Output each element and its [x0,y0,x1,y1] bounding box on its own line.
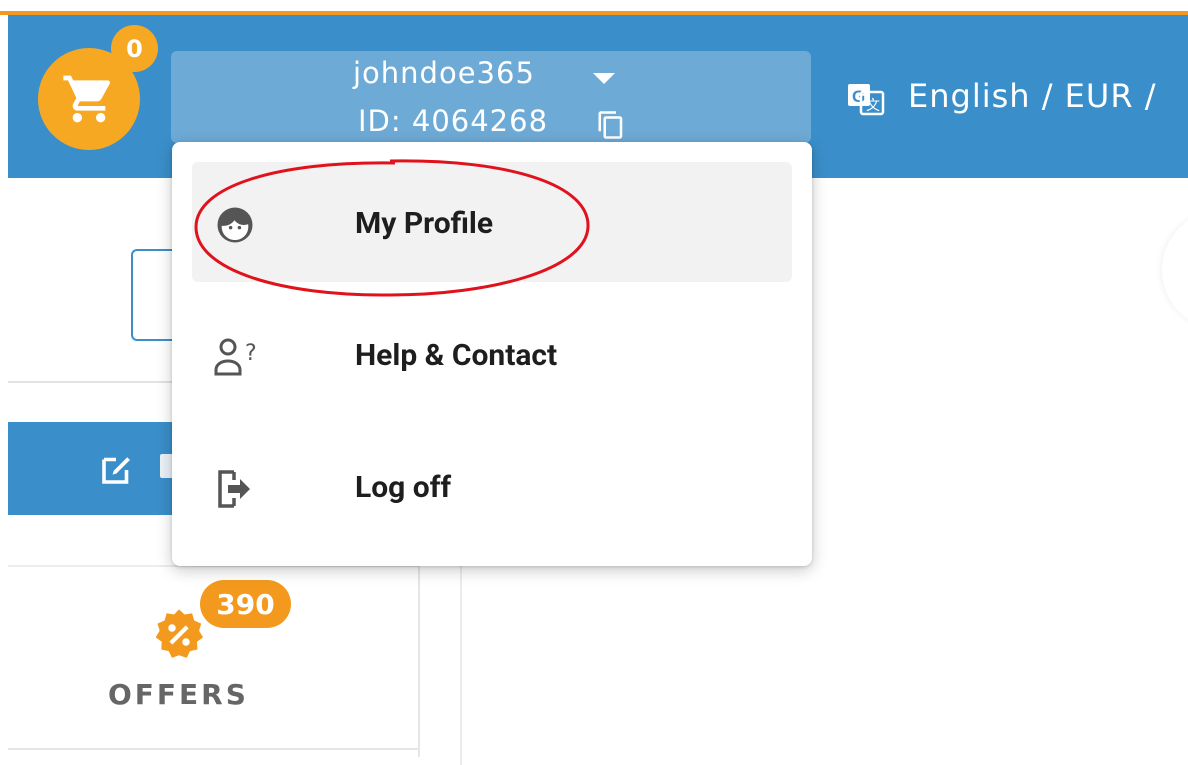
background-card-edge [1162,210,1188,330]
card-divider [8,748,418,750]
edit-icon[interactable] [98,452,134,488]
cart-count-badge: 0 [111,25,158,72]
language-currency-selector[interactable]: English / EUR / [908,77,1157,115]
username-label[interactable]: johndoe365 [353,56,535,90]
shopping-cart-icon [63,75,111,123]
menu-item-label: My Profile [355,206,494,241]
caret-down-icon[interactable] [593,73,615,84]
user-id-label: ID: 4064268 [358,104,549,138]
content-divider [460,560,462,765]
offers-count-badge: 390 [200,580,291,628]
discount-badge-icon [155,609,204,658]
svg-text:文: 文 [866,98,880,114]
offers-label[interactable]: OFFERS [108,678,249,711]
menu-item-label: Log off [355,470,452,505]
svg-text:?: ? [245,341,257,366]
menu-item-help-contact[interactable]: ? Help & Contact [192,294,792,414]
person-question-icon: ? [214,338,257,376]
top-accent-line [0,0,1188,15]
translate-icon[interactable]: G 文 [846,82,886,116]
logout-icon [218,470,250,508]
user-dropdown-menu: My Profile ? Help & Contact Log off [172,142,812,566]
menu-item-log-off[interactable]: Log off [192,426,792,546]
menu-item-label: Help & Contact [355,338,558,373]
profile-face-icon [217,207,253,243]
svg-text:G: G [852,87,865,106]
menu-item-my-profile[interactable]: My Profile [192,162,792,282]
copy-icon[interactable] [596,110,626,140]
